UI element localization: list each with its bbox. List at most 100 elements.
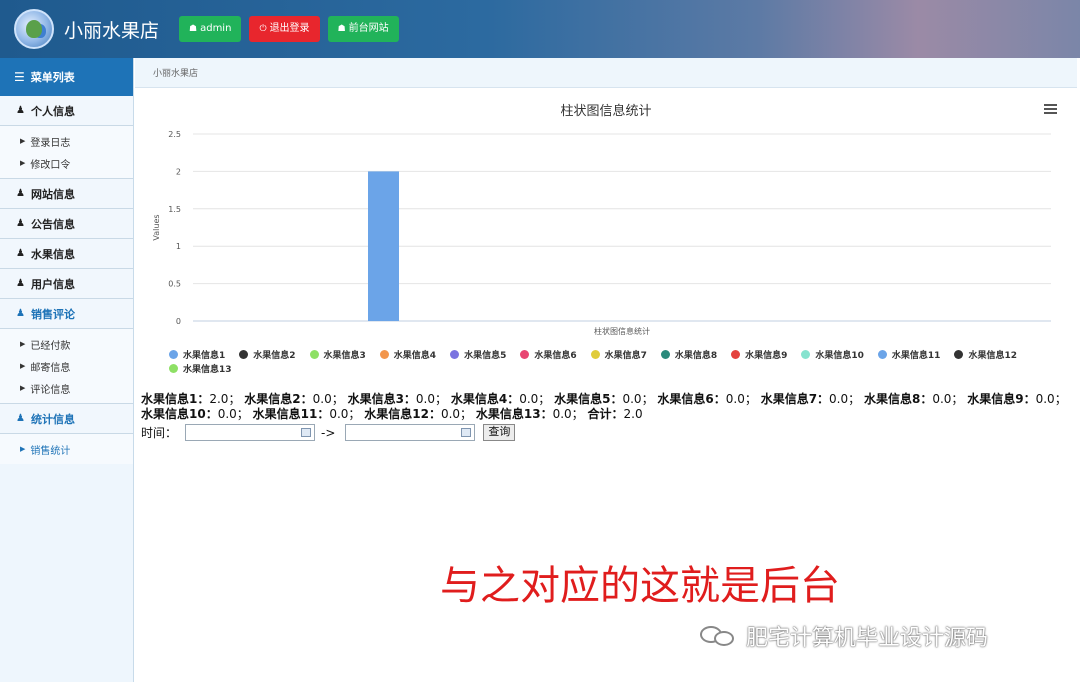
logout-button-label: 退出登录 — [269, 23, 310, 34]
legend-item[interactable]: 水果信息7 — [590, 348, 647, 361]
sidebar-section-fruit[interactable]: ♟ 水果信息 — [0, 239, 133, 269]
legend-dot-icon — [954, 350, 964, 359]
summary-item: 水果信息4：0.0； — [450, 392, 551, 406]
legend-dot-icon — [590, 350, 600, 359]
legend-dot-icon — [660, 350, 670, 359]
legend-item[interactable]: 水果信息2 — [239, 348, 296, 361]
summary-item: 水果信息13：0.0； — [475, 407, 584, 421]
legend-label: 水果信息6 — [534, 351, 577, 361]
sidebar-item-label: 邮寄信息 — [30, 362, 71, 374]
legend-dot-icon — [379, 350, 389, 359]
legend-label: 水果信息3 — [323, 351, 366, 361]
user-icon: ♟ — [16, 278, 25, 289]
legend-label: 水果信息13 — [183, 365, 232, 375]
legend-item[interactable]: 水果信息13 — [169, 362, 232, 375]
calendar-icon[interactable] — [301, 428, 312, 437]
summary-item: 水果信息12：0.0； — [364, 407, 473, 421]
breadcrumb: 小丽水果店 — [135, 58, 1077, 88]
frontend-site-button[interactable]: ☗ 前台网站 — [327, 16, 399, 42]
sidebar-subgroup-statistics: ▶ 销售统计 — [0, 434, 133, 464]
sidebar-section-personal[interactable]: ♟ 个人信息 — [0, 96, 133, 126]
caret-right-icon: ▶ — [20, 137, 26, 145]
frontend-site-button-label: 前台网站 — [348, 23, 389, 34]
caret-right-icon: ▶ — [20, 340, 26, 348]
filter-label: 时间： — [141, 426, 178, 440]
legend-item[interactable]: 水果信息6 — [520, 348, 577, 361]
legend-item[interactable]: 水果信息10 — [801, 348, 864, 361]
calendar-icon[interactable] — [461, 428, 472, 437]
sidebar-section-statistics[interactable]: ♟ 统计信息 — [0, 404, 133, 434]
summary-item: 水果信息10：0.0； — [141, 407, 249, 421]
home-icon: ☗ — [337, 24, 346, 34]
query-button[interactable]: 查询 — [483, 424, 516, 441]
legend-item[interactable]: 水果信息4 — [379, 348, 437, 361]
summary-item: 水果信息3：0.0； — [347, 392, 448, 406]
y-axis-label: Values — [152, 214, 161, 240]
caret-right-icon: ▶ — [20, 159, 26, 167]
sidebar-subgroup-personal: ▶ 登录日志 ▶ 修改口令 — [0, 126, 133, 179]
admin-button[interactable]: ☗ admin — [179, 16, 242, 42]
sidebar-item-login-log[interactable]: ▶ 登录日志 — [0, 130, 133, 152]
sidebar-section-label: 统计信息 — [30, 412, 75, 426]
legend-label: 水果信息7 — [604, 351, 647, 361]
power-icon: ⏻ — [259, 24, 267, 34]
summary-item: 水果信息11：0.0； — [252, 407, 361, 421]
legend-label: 水果信息4 — [393, 351, 437, 361]
list-icon: ☰ — [14, 70, 25, 84]
caret-right-icon: ▶ — [20, 362, 26, 370]
chart-bar — [368, 171, 399, 321]
legend-item[interactable]: 水果信息9 — [731, 348, 787, 361]
sidebar-section-notice[interactable]: ♟ 公告信息 — [0, 209, 133, 239]
legend-label: 水果信息9 — [745, 351, 788, 361]
brand-title: 小丽水果店 — [64, 19, 160, 42]
sidebar-item-paid[interactable]: ▶ 已经付款 — [0, 333, 133, 355]
overlay-caption: 与之对应的这就是后台 — [440, 563, 840, 609]
x-axis-label: 柱状图信息统计 — [594, 326, 650, 336]
app-logo — [14, 9, 54, 49]
y-tick-label: 2.5 — [168, 130, 181, 139]
user-icon: ♟ — [16, 248, 25, 259]
chat-bubble-icon — [700, 624, 738, 648]
legend-item[interactable]: 水果信息8 — [660, 348, 717, 361]
legend-item[interactable]: 水果信息11 — [877, 348, 940, 361]
caret-right-icon: ▶ — [20, 384, 26, 392]
legend-item[interactable]: 水果信息3 — [309, 348, 366, 361]
legend-dot-icon — [450, 350, 460, 359]
summary-item: 水果信息5：0.0； — [554, 392, 654, 406]
sidebar-item-change-password[interactable]: ▶ 修改口令 — [0, 152, 133, 174]
caret-right-icon: ▶ — [20, 445, 26, 453]
user-icon: ♟ — [16, 413, 25, 424]
user-icon: ♟ — [16, 308, 25, 319]
user-icon: ♟ — [16, 188, 25, 199]
y-tick-label: 1.5 — [168, 205, 181, 214]
home-icon: ☗ — [189, 24, 198, 34]
sidebar-item-label: 登录日志 — [30, 137, 71, 149]
chart-menu-icon[interactable] — [1044, 104, 1057, 115]
sidebar-item-label: 销售统计 — [30, 445, 71, 457]
sidebar-item-sales-stats[interactable]: ▶ 销售统计 — [0, 438, 133, 460]
sidebar-subgroup-sales-review: ▶ 已经付款 ▶ 邮寄信息 ▶ 评论信息 — [0, 329, 133, 404]
sidebar-item-reviews[interactable]: ▶ 评论信息 — [0, 377, 133, 399]
summary-item: 水果信息8：0.0； — [863, 392, 964, 406]
legend-item[interactable]: 水果信息5 — [450, 348, 506, 361]
summary-item: 水果信息2：0.0； — [244, 392, 344, 406]
sidebar-section-sales-review[interactable]: ♟ 销售评论 — [0, 299, 133, 329]
legend-dot-icon — [801, 350, 811, 359]
end-date-input[interactable] — [345, 424, 476, 441]
summary-item: 水果信息9：0.0； — [967, 392, 1067, 406]
sidebar-section-website[interactable]: ♟ 网站信息 — [0, 179, 133, 209]
start-date-input[interactable] — [185, 424, 316, 441]
sidebar-title: ☰ 菜单列表 — [0, 58, 133, 96]
legend-item[interactable]: 水果信息12 — [954, 348, 1017, 361]
legend-item[interactable]: 水果信息1 — [169, 348, 225, 361]
summary-total: 合计：2.0 — [587, 407, 643, 421]
sidebar-section-label: 公告信息 — [30, 217, 75, 231]
sidebar-item-shipping[interactable]: ▶ 邮寄信息 — [0, 355, 133, 377]
sidebar-section-users[interactable]: ♟ 用户信息 — [0, 269, 133, 299]
user-icon: ♟ — [16, 218, 25, 229]
sidebar-item-label: 已经付款 — [30, 340, 71, 352]
legend-label: 水果信息10 — [815, 351, 864, 361]
sidebar-section-label: 用户信息 — [30, 277, 75, 291]
range-arrow: -> — [321, 425, 336, 440]
logout-button[interactable]: ⏻ 退出登录 — [249, 16, 320, 42]
